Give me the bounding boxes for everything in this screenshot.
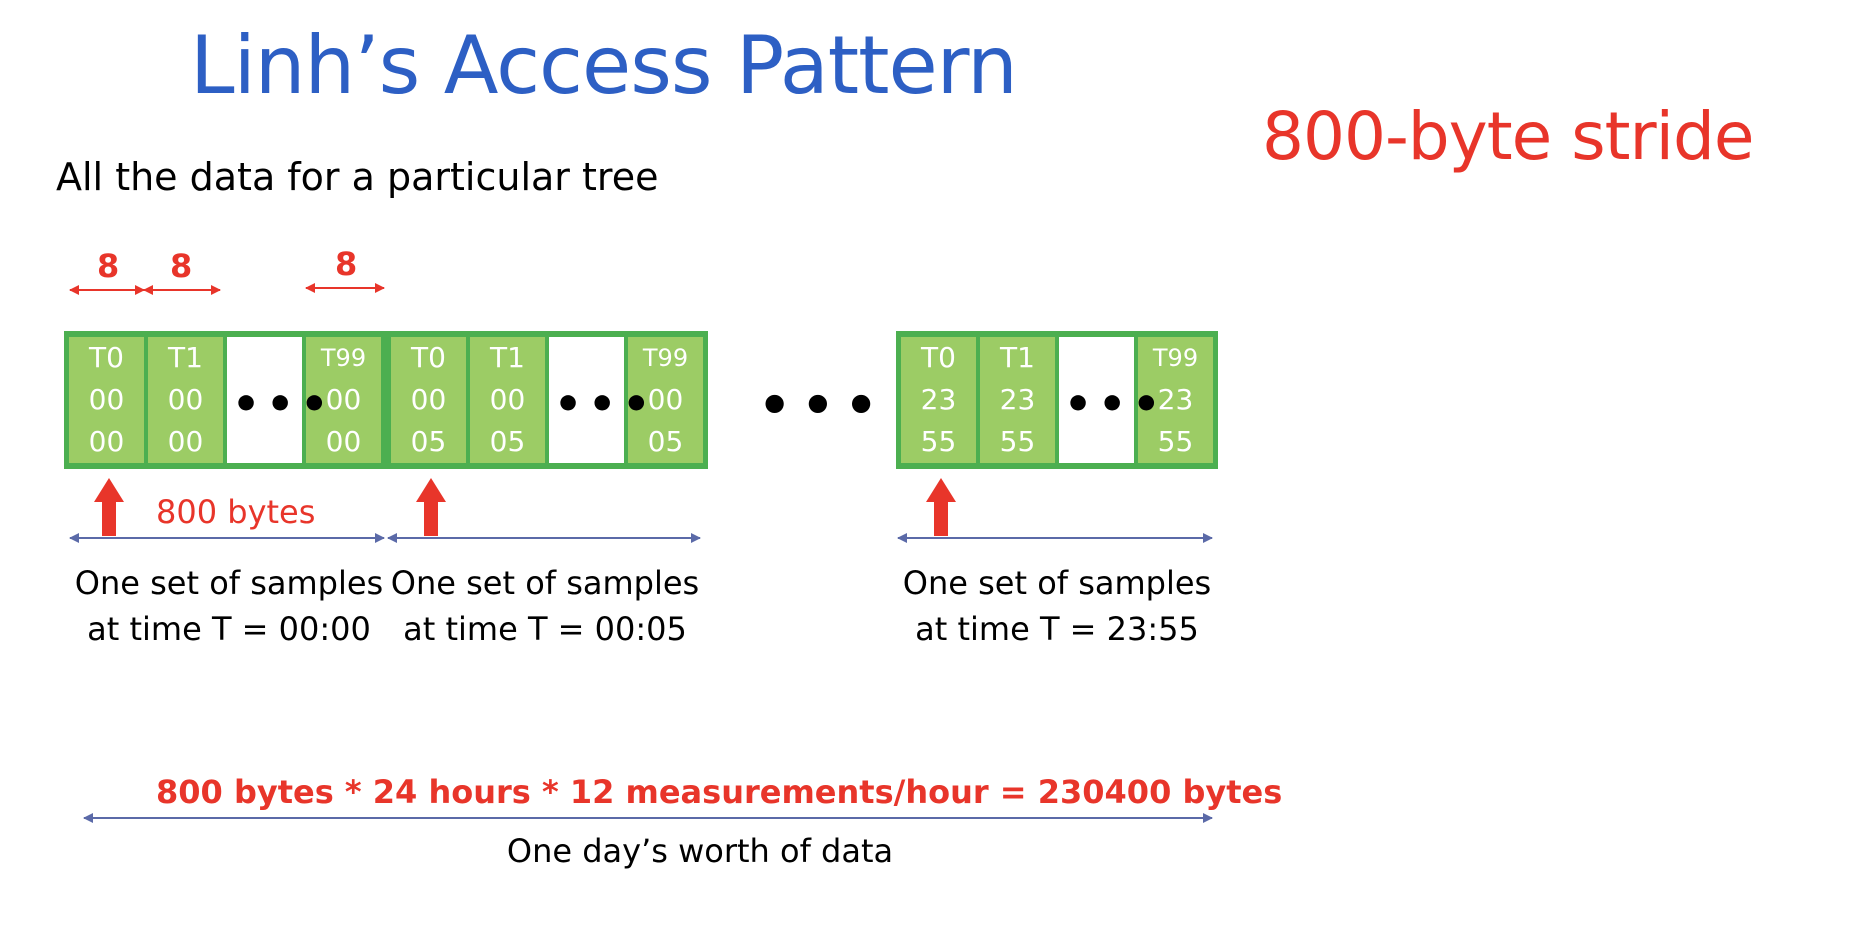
ellipsis-dots: ••• <box>1064 379 1167 430</box>
cell-tree-id: T1 <box>1000 341 1035 374</box>
cell-tree-id: T0 <box>411 341 446 374</box>
cell-tree-id: T99 <box>1152 344 1199 372</box>
sample-set-caption: One set of samples at time T = 00:00 <box>72 560 386 652</box>
cell-tree-id: T1 <box>168 341 203 374</box>
slide-subtitle: All the data for a particular tree <box>56 155 659 199</box>
sample-set-group: T0 00 00 T1 00 00 T99 00 00 <box>64 331 386 469</box>
cell-minute: 05 <box>489 425 526 458</box>
memory-cell: T1 23 55 <box>980 337 1055 463</box>
cell-hour: 00 <box>88 383 125 416</box>
caption-line: One set of samples <box>902 564 1212 602</box>
ellipsis-dots: ••• <box>554 379 657 430</box>
access-pointer-arrow <box>926 478 956 536</box>
total-bytes-formula: 800 bytes * 24 hours * 12 measurements/h… <box>156 773 1283 811</box>
memory-cell: T0 23 55 <box>901 337 976 463</box>
cell-hour: 00 <box>489 383 526 416</box>
slide-title: Linh’s Access Pattern <box>190 19 1018 112</box>
caption-line: One set of samples <box>74 564 384 602</box>
day-caption: One day’s worth of data <box>506 832 894 870</box>
memory-cell: T1 00 05 <box>470 337 545 463</box>
memory-cell: T0 00 05 <box>391 337 466 463</box>
access-pointer-arrow <box>94 478 124 536</box>
byte-width-label: 8 <box>97 247 120 285</box>
cell-tree-id: T99 <box>320 344 367 372</box>
ellipsis-dots: ••• <box>758 376 888 436</box>
cell-minute: 00 <box>88 425 125 458</box>
caption-line: at time T = 23:55 <box>915 610 1199 648</box>
byte-width-label: 8 <box>335 245 358 283</box>
cell-tree-id: T1 <box>490 341 525 374</box>
sample-set-group: T0 00 05 T1 00 05 T99 00 05 <box>386 331 708 469</box>
cell-tree-id: T0 <box>89 341 124 374</box>
cell-hour: 23 <box>999 383 1036 416</box>
cell-minute: 00 <box>167 425 204 458</box>
cell-tree-id: T99 <box>642 344 689 372</box>
caption-line: One set of samples <box>390 564 700 602</box>
access-pointer-arrow <box>416 478 446 536</box>
byte-width-label: 8 <box>170 247 193 285</box>
memory-cell: T0 00 00 <box>69 337 144 463</box>
stride-size-label: 800 bytes <box>156 493 316 531</box>
memory-cell: T1 00 00 <box>148 337 223 463</box>
sample-set-group: T0 23 55 T1 23 55 T99 23 55 <box>896 331 1218 469</box>
ellipsis-dots: ••• <box>232 379 335 430</box>
sample-set-caption: One set of samples at time T = 23:55 <box>900 560 1214 652</box>
caption-line: at time T = 00:05 <box>403 610 687 648</box>
sample-set-caption: One set of samples at time T = 00:05 <box>388 560 702 652</box>
cell-minute: 55 <box>999 425 1036 458</box>
cell-minute: 55 <box>920 425 957 458</box>
cell-minute: 05 <box>410 425 447 458</box>
cell-hour: 23 <box>920 383 957 416</box>
cell-tree-id: T0 <box>921 341 956 374</box>
cell-hour: 00 <box>410 383 447 416</box>
caption-line: at time T = 00:00 <box>87 610 371 648</box>
stride-headline: 800-byte stride <box>1262 98 1754 175</box>
cell-hour: 00 <box>167 383 204 416</box>
